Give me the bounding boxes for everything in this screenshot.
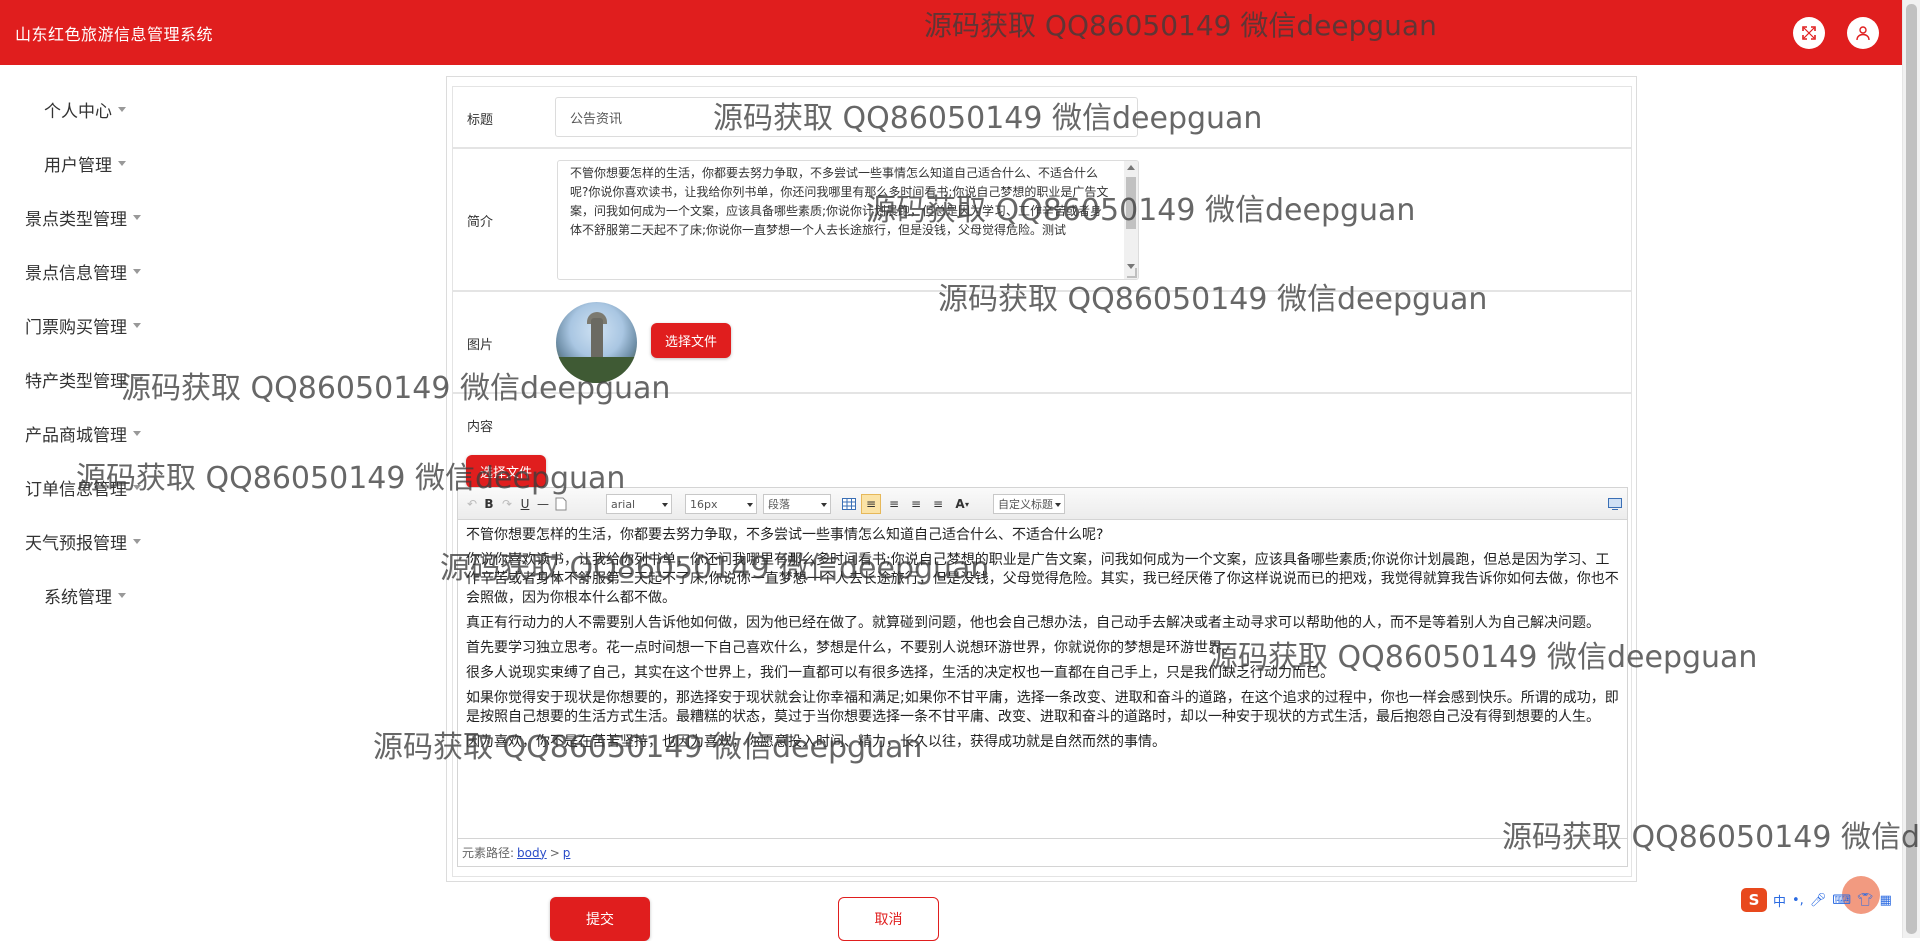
element-path-label: 元素路径: bbox=[462, 846, 515, 860]
sidebar-item-label: 个人中心 bbox=[44, 102, 112, 122]
uploaded-image-thumbnail bbox=[556, 302, 637, 383]
ime-toolbar[interactable]: S 中 •, 🎤︎ ⌨ 👕︎ ▦ bbox=[1741, 886, 1902, 914]
page-scrollbar[interactable] bbox=[1902, 0, 1920, 938]
sidebar-item-weather[interactable]: 天气预报管理 bbox=[25, 529, 141, 554]
chevron-down-icon bbox=[133, 215, 141, 220]
custom-title-select[interactable]: 自定义标题 bbox=[993, 494, 1065, 514]
rich-text-editor[interactable]: ↶ B ↷ U — arial 16px 段落 ≡ ≡ ≡ ≡ A ▾ 自定义标… bbox=[457, 487, 1628, 867]
sidebar-item-label: 景点信息管理 bbox=[25, 264, 127, 284]
redo-icon[interactable]: ↷ bbox=[498, 494, 516, 514]
summary-label: 简介 bbox=[467, 215, 494, 230]
sidebar-item-label: 系统管理 bbox=[44, 588, 112, 608]
editor-paragraph[interactable]: 因为喜欢，你不是在苦苦坚持，也因为喜欢，你愿意投入时间、精力，长久以往，获得成功… bbox=[466, 733, 1621, 752]
align-center-icon[interactable]: ≡ bbox=[907, 494, 925, 514]
summary-text[interactable]: 不管你想要怎样的生活，你都要去努力争取，不多尝试一些事情怎么知道自己适合什么、不… bbox=[558, 161, 1138, 243]
sidebar-item-label: 用户管理 bbox=[44, 156, 112, 176]
element-path-body-link[interactable]: body bbox=[517, 846, 547, 860]
trees bbox=[556, 357, 637, 383]
chevron-down-icon bbox=[133, 431, 141, 436]
content-label: 内容 bbox=[467, 420, 494, 435]
chevron-down-icon bbox=[133, 485, 141, 490]
element-path-separator: > bbox=[549, 845, 560, 860]
editor-paragraph[interactable]: 不管你想要怎样的生活，你都要去努力争取，不多尝试一些事情怎么知道自己适合什么、不… bbox=[466, 526, 1621, 545]
table-icon[interactable] bbox=[840, 494, 858, 514]
sidebar-item-user-management[interactable]: 用户管理 bbox=[44, 151, 126, 176]
grid-icon[interactable]: ▦ bbox=[1880, 893, 1892, 908]
chevron-down-icon bbox=[133, 323, 141, 328]
font-size-select[interactable]: 16px bbox=[685, 494, 757, 514]
editor-paragraph[interactable]: 你说你喜欢读书，让我给你列书单，你还问我哪里有那么多时间看书;你说自己梦想的职业… bbox=[466, 551, 1621, 608]
scroll-up-icon[interactable] bbox=[1127, 165, 1135, 170]
sidebar-item-label: 天气预报管理 bbox=[25, 534, 127, 554]
chevron-down-icon bbox=[118, 107, 126, 112]
sidebar-item-scenic-type[interactable]: 景点类型管理 bbox=[25, 205, 141, 230]
image-label: 图片 bbox=[467, 338, 494, 353]
horizontal-rule-icon[interactable]: — bbox=[534, 494, 552, 514]
sidebar-item-ticket-purchase[interactable]: 门票购买管理 bbox=[25, 313, 141, 338]
page-scrollbar-thumb[interactable] bbox=[1906, 4, 1917, 934]
ime-language[interactable]: 中 bbox=[1773, 891, 1786, 910]
fullscreen-icon[interactable] bbox=[1793, 17, 1825, 49]
align-right-icon[interactable]: ≡ bbox=[885, 494, 903, 514]
editor-content[interactable]: 不管你想要怎样的生活，你都要去努力争取，不多尝试一些事情怎么知道自己适合什么、不… bbox=[466, 526, 1621, 758]
keyboard-icon[interactable]: ⌨ bbox=[1832, 893, 1851, 908]
cancel-button[interactable]: 取消 bbox=[838, 897, 939, 941]
sidebar-item-personal-center[interactable]: 个人中心 bbox=[44, 97, 126, 122]
title-input[interactable]: 公告资讯 bbox=[555, 97, 1138, 137]
resize-grip-icon[interactable] bbox=[1127, 268, 1137, 278]
sidebar-item-label: 订单信息管理 bbox=[25, 480, 127, 500]
font-family-select[interactable]: arial bbox=[606, 494, 672, 514]
sidebar-item-label: 产品商城管理 bbox=[25, 426, 127, 446]
sidebar-item-label: 特产类型管理 bbox=[25, 372, 127, 392]
sidebar-item-specialty-type[interactable]: 特产类型管理 bbox=[25, 367, 141, 392]
bold-icon[interactable]: B bbox=[480, 494, 498, 514]
editor-toolbar: ↶ B ↷ U — arial 16px 段落 ≡ ≡ ≡ ≡ A ▾ 自定义标… bbox=[458, 488, 1627, 520]
content-choose-file-button[interactable]: 选择文件 bbox=[466, 455, 546, 488]
chevron-down-icon bbox=[133, 377, 141, 382]
ime-punctuation[interactable]: •, bbox=[1792, 893, 1804, 908]
underline-icon[interactable]: U bbox=[516, 494, 534, 514]
editor-paragraph[interactable]: 如果你觉得安于现状是你想要的，那选择安于现状就会让你幸福和满足;如果你不甘平庸，… bbox=[466, 689, 1621, 727]
summary-scrollbar[interactable] bbox=[1124, 161, 1138, 279]
paragraph-select[interactable]: 段落 bbox=[763, 494, 831, 514]
chevron-down-icon bbox=[133, 269, 141, 274]
editor-paragraph[interactable]: 很多人说现实束缚了自己，其实在这个世界上，我们一直都可以有很多选择，生活的决定权… bbox=[466, 664, 1621, 683]
sidebar-item-order-info[interactable]: 订单信息管理 bbox=[25, 475, 141, 500]
sidebar: 个人中心 用户管理 景点类型管理 景点信息管理 门票购买管理 特产类型管理 产品… bbox=[0, 65, 440, 938]
tower bbox=[591, 318, 603, 362]
align-left-icon[interactable]: ≡ bbox=[861, 494, 881, 514]
sogou-logo-icon[interactable]: S bbox=[1741, 888, 1767, 912]
font-color-dropdown-icon[interactable]: ▾ bbox=[963, 494, 971, 514]
user-icon[interactable] bbox=[1847, 17, 1879, 49]
element-path-p-link[interactable]: p bbox=[563, 846, 571, 860]
choose-file-button[interactable]: 选择文件 bbox=[651, 323, 731, 358]
top-bar: 山东红色旅游信息管理系统 bbox=[0, 0, 1902, 65]
summary-textarea[interactable]: 不管你想要怎样的生活，你都要去努力争取，不多尝试一些事情怎么知道自己适合什么、不… bbox=[557, 160, 1139, 280]
chevron-down-icon bbox=[118, 593, 126, 598]
title-label: 标题 bbox=[467, 113, 494, 128]
sidebar-item-system[interactable]: 系统管理 bbox=[44, 583, 126, 608]
chevron-down-icon bbox=[133, 539, 141, 544]
mic-icon[interactable]: 🎤︎ bbox=[1810, 893, 1827, 908]
sidebar-item-product-mall[interactable]: 产品商城管理 bbox=[25, 421, 141, 446]
align-justify-icon[interactable]: ≡ bbox=[929, 494, 947, 514]
sidebar-item-label: 景点类型管理 bbox=[25, 210, 127, 230]
summary-scrollbar-thumb[interactable] bbox=[1126, 177, 1136, 229]
editor-element-path: 元素路径: body > p bbox=[458, 838, 1627, 866]
skin-icon[interactable]: 👕︎ bbox=[1857, 893, 1874, 908]
sidebar-item-label: 门票购买管理 bbox=[25, 318, 127, 338]
submit-button[interactable]: 提交 bbox=[550, 897, 650, 941]
editor-paragraph[interactable]: 首先要学习独立思考。花一点时间想一下自己喜欢什么，梦想是什么，不要别人说想环游世… bbox=[466, 639, 1621, 658]
preview-icon[interactable] bbox=[1606, 494, 1624, 514]
sidebar-item-scenic-info[interactable]: 景点信息管理 bbox=[25, 259, 141, 284]
editor-paragraph[interactable]: 真正有行动力的人不需要别人告诉他如何做，因为他已经在做了。就算碰到问题，他也会自… bbox=[466, 614, 1621, 633]
app-title: 山东红色旅游信息管理系统 bbox=[15, 24, 214, 44]
undo-icon[interactable]: ↶ bbox=[463, 494, 481, 514]
chevron-down-icon bbox=[118, 161, 126, 166]
page-icon[interactable] bbox=[552, 494, 570, 514]
